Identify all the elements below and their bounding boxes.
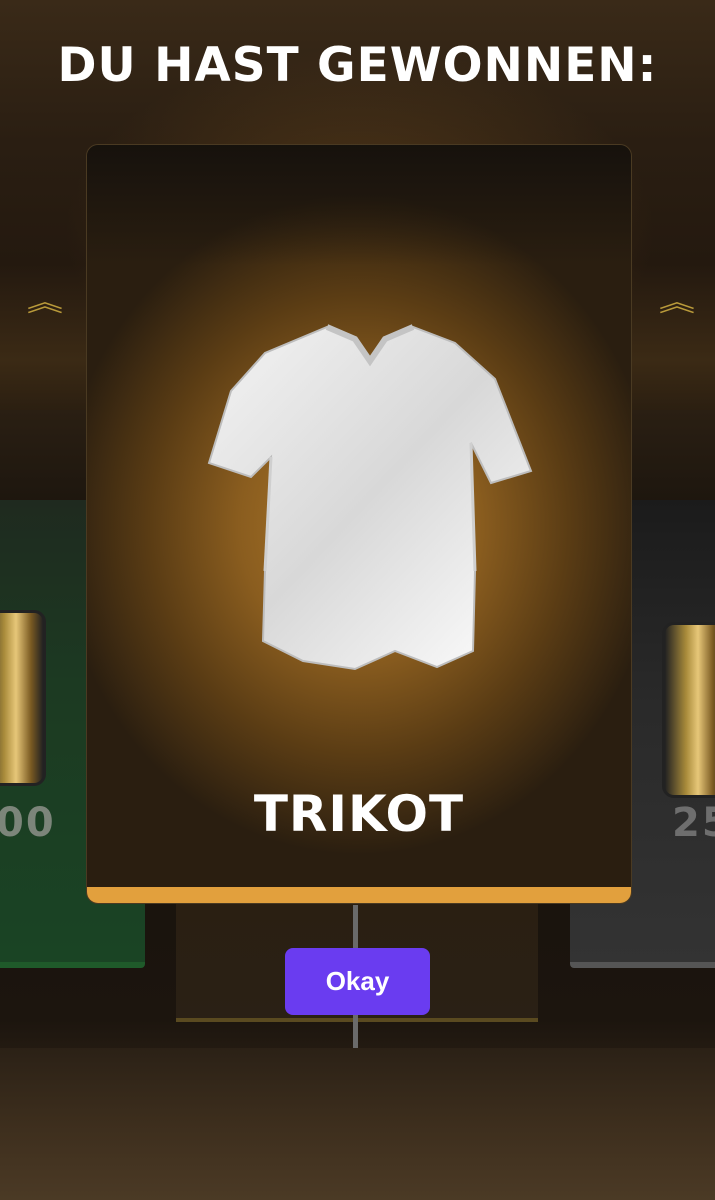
canister-icon	[662, 622, 715, 798]
reward-item-name: TRIKOT	[253, 785, 465, 843]
card-top-shade	[87, 145, 631, 265]
reward-screen: DU HAST GEWONNEN: ︽ 00 ︽ 25 TRIKOT	[0, 0, 715, 1200]
double-chevron-up-icon: ︽	[658, 288, 696, 318]
side-card-right-amount: 25	[672, 800, 715, 846]
background-floor	[0, 1048, 715, 1200]
canister-icon	[0, 610, 46, 786]
page-title: DU HAST GEWONNEN:	[57, 38, 658, 93]
card-accent-bar	[87, 887, 631, 903]
reward-card: TRIKOT	[86, 144, 632, 904]
double-chevron-up-icon: ︽	[26, 288, 64, 318]
shirt-icon	[207, 324, 533, 671]
side-card-left-amount: 00	[0, 800, 56, 846]
okay-button[interactable]: Okay	[285, 948, 430, 1015]
